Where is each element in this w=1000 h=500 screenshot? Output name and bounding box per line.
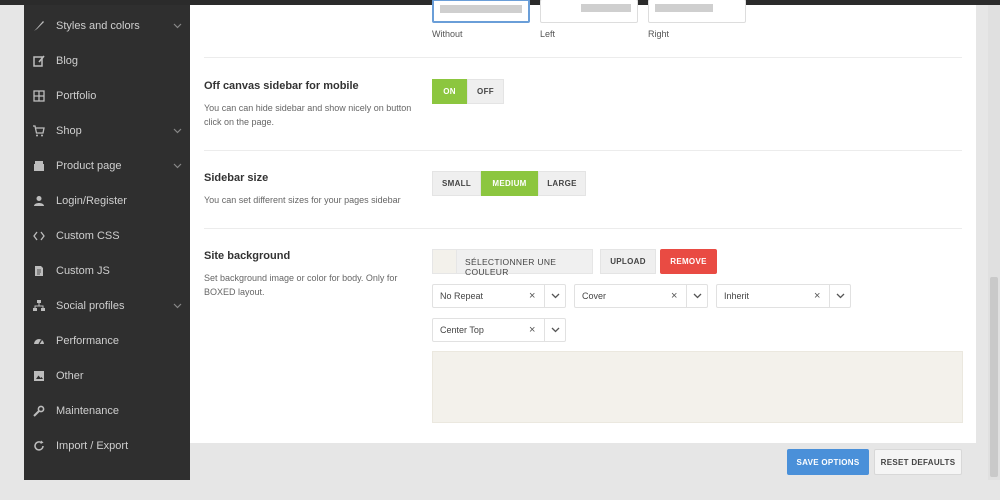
layout-option-without[interactable] [432,0,530,23]
chevron-down-icon [172,301,182,311]
sidebar-item-label: Shop [56,124,82,137]
store-icon [32,159,46,173]
select-color-label: SÉLECTIONNER UNE COULEUR [465,257,557,277]
chevron-down-icon [172,126,182,136]
sidebar-item-label: Portfolio [56,89,97,102]
off-canvas-description: You can can hide sidebar and show nicely… [204,103,412,127]
edit-icon [32,54,46,68]
layout-option-label: Left [540,29,556,39]
select-value: Center Top [440,325,484,335]
sidebar-size-large-button[interactable]: LARGE [538,171,586,196]
layout-option-left[interactable] [540,0,638,23]
layout-preview-block [655,4,713,12]
user-icon [32,194,46,208]
sidebar-item-label: Product page [56,159,122,172]
clear-icon[interactable]: × [529,324,535,336]
sitemap-icon [32,299,46,313]
sidebar-item-login-register[interactable]: Login/Register [24,183,190,218]
options-sidebar: Styles and colors Blog Portfolio Shop Pr… [24,5,190,480]
sidebar-item-label: Other [56,369,84,382]
dashboard-icon [32,334,46,348]
site-background-description: Set background image or color for body. … [204,273,398,297]
layout-preview-block [581,4,631,12]
clear-icon[interactable]: × [814,290,820,302]
select-value: No Repeat [440,291,484,301]
wrench-icon [32,404,46,418]
layout-option-right[interactable] [648,0,746,23]
sidebar-item-import-export[interactable]: Import / Export [24,428,190,463]
clear-icon[interactable]: × [529,290,535,302]
page-scrollbar[interactable] [988,5,1000,480]
sidebar-item-styles-and-colors[interactable]: Styles and colors [24,8,190,43]
refresh-icon [32,439,46,453]
save-options-button[interactable]: SAVE OPTIONS [787,449,869,475]
background-preview [432,351,963,423]
background-position-select[interactable]: Center Top × [432,318,566,342]
sidebar-size-small-button[interactable]: SMALL [432,171,481,196]
sidebar-item-label: Maintenance [56,404,119,417]
select-color-button[interactable]: SÉLECTIONNER UNE COULEUR [432,249,593,277]
brush-icon [32,19,46,33]
scrollbar-thumb[interactable] [990,277,998,477]
sidebar-item-portfolio[interactable]: Portfolio [24,78,190,113]
reset-defaults-button[interactable]: RESET DEFAULTS [874,449,962,475]
sidebar-item-custom-js[interactable]: Custom JS [24,253,190,288]
sidebar-item-label: Styles and colors [56,19,140,32]
sidebar-item-custom-css[interactable]: Custom CSS [24,218,190,253]
section-divider [204,57,962,58]
background-size-select[interactable]: Cover × [574,284,708,308]
select-value: Cover [582,291,607,301]
sidebar-item-label: Import / Export [56,439,129,452]
sidebar-item-other[interactable]: Other [24,358,190,393]
sidebar-item-label: Performance [56,334,119,347]
sidebar-item-label: Custom CSS [56,229,120,242]
chevron-down-icon[interactable] [544,319,566,341]
chevron-down-icon[interactable] [544,285,566,307]
section-divider [204,228,962,229]
sidebar-item-shop[interactable]: Shop [24,113,190,148]
cart-icon [32,124,46,138]
site-background-title: Site background [204,250,291,262]
sidebar-item-label: Social profiles [56,299,125,312]
layout-option-label: Right [648,29,670,39]
color-swatch [433,250,457,273]
chevron-down-icon[interactable] [686,285,708,307]
clear-icon[interactable]: × [671,290,677,302]
sidebar-size-title: Sidebar size [204,172,269,184]
sidebar-item-label: Custom JS [56,264,110,277]
image-icon [32,369,46,383]
upload-button[interactable]: UPLOAD [600,249,656,274]
sidebar-size-description: You can set different sizes for your pag… [204,195,401,205]
sidebar-item-maintenance[interactable]: Maintenance [24,393,190,428]
background-attachment-select[interactable]: Inherit × [716,284,851,308]
off-canvas-title: Off canvas sidebar for mobile [204,80,359,92]
sidebar-item-label: Login/Register [56,194,127,207]
chevron-down-icon[interactable] [829,285,851,307]
off-canvas-on-button[interactable]: ON [432,79,467,104]
sidebar-item-product-page[interactable]: Product page [24,148,190,183]
background-repeat-select[interactable]: No Repeat × [432,284,566,308]
layout-option-label: Without [432,29,463,39]
sidebar-item-blog[interactable]: Blog [24,43,190,78]
layout-preview-block [440,5,522,13]
select-value: Inherit [724,291,750,301]
code-icon [32,229,46,243]
sidebar-item-label: Blog [56,54,79,67]
off-canvas-off-button[interactable]: OFF [467,79,504,104]
options-panel: Without Left Right Off canvas sidebar fo… [190,0,976,443]
chevron-down-icon [172,21,182,31]
sidebar-item-social-profiles[interactable]: Social profiles [24,288,190,323]
sidebar-item-performance[interactable]: Performance [24,323,190,358]
sidebar-size-medium-button[interactable]: MEDIUM [481,171,538,196]
file-icon [32,264,46,278]
section-divider [204,150,962,151]
remove-button[interactable]: REMOVE [660,249,717,274]
grid-icon [32,89,46,103]
chevron-down-icon [172,161,182,171]
